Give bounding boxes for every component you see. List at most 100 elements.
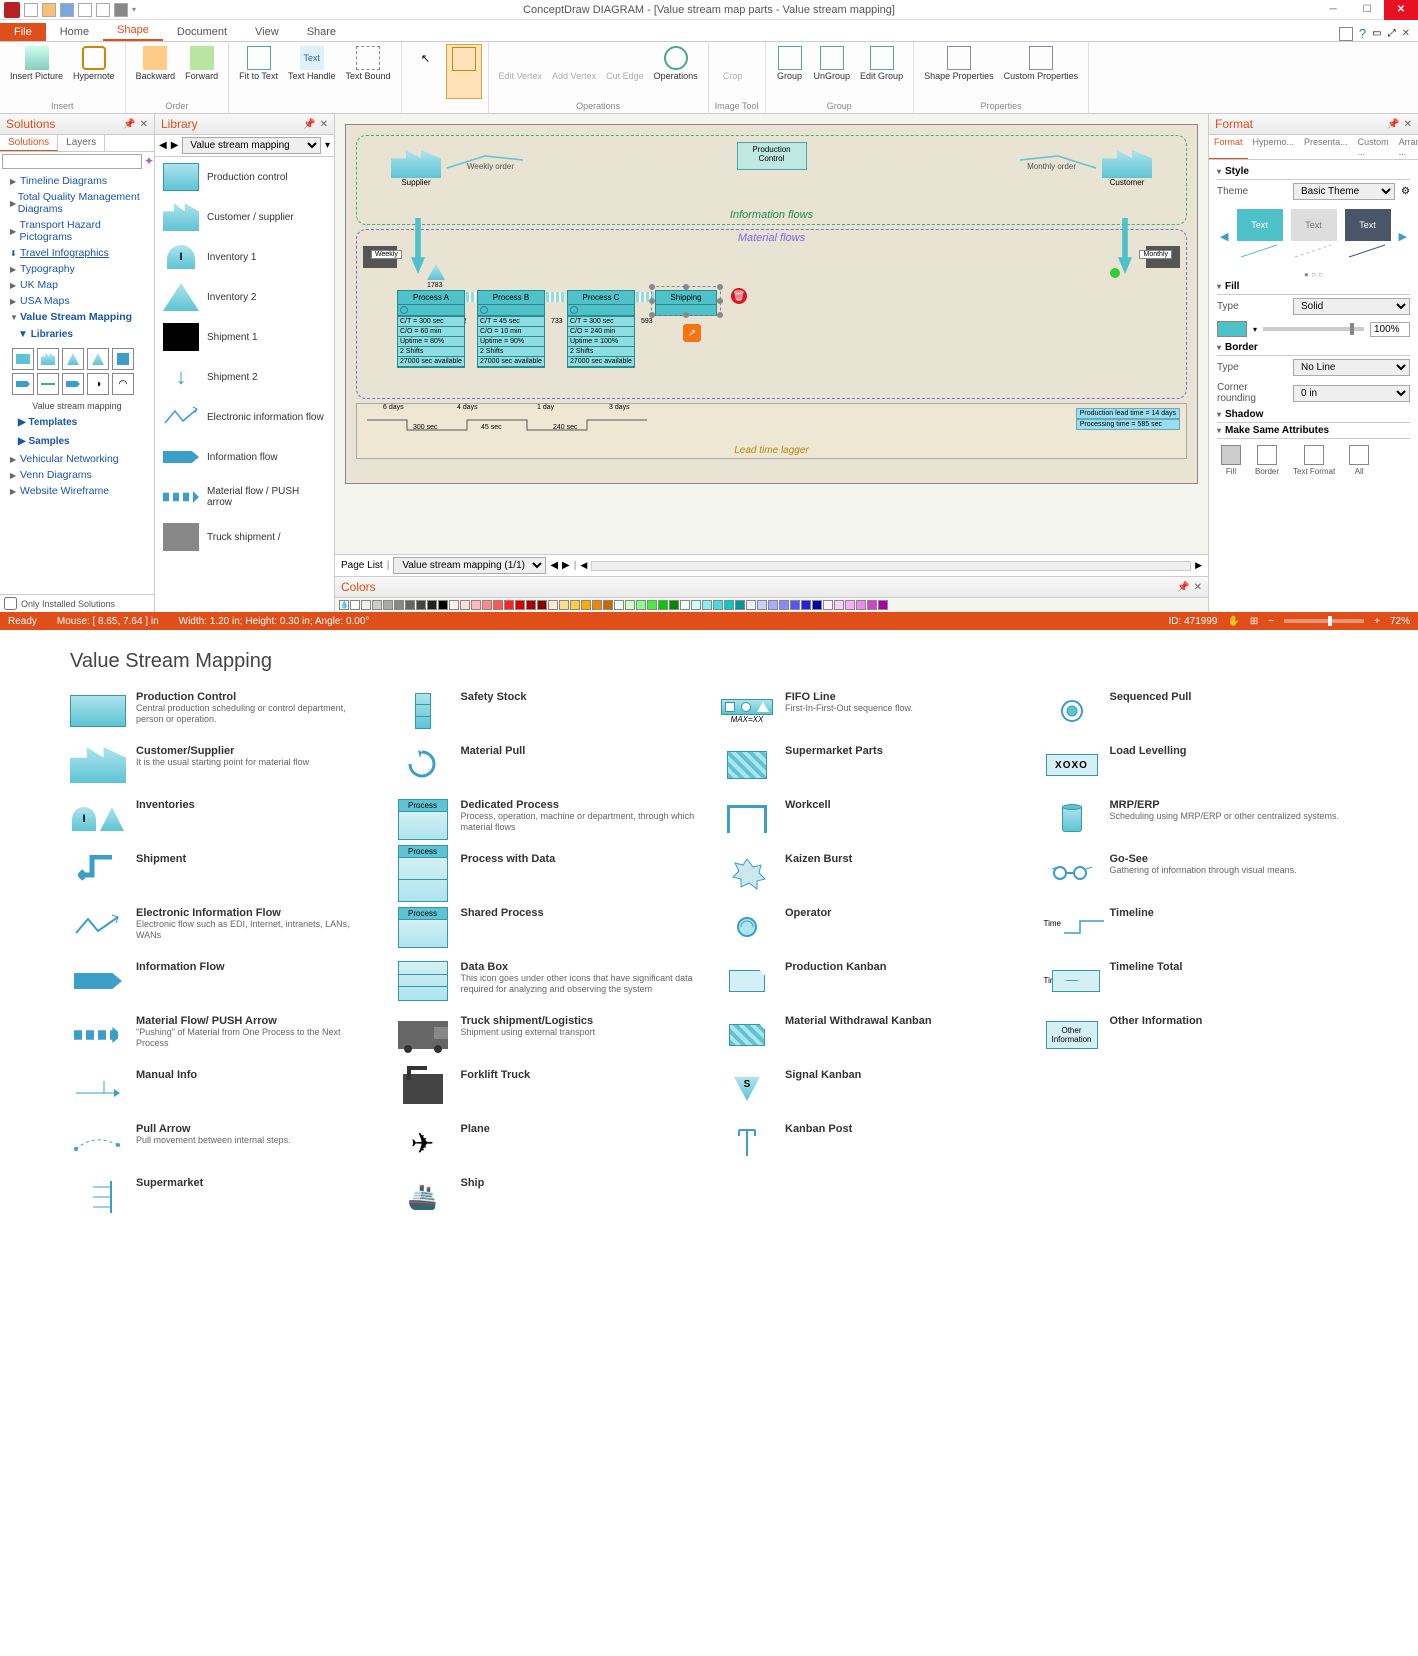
color-swatch[interactable] <box>768 600 778 610</box>
palette-cell[interactable] <box>112 348 134 370</box>
pin-icon[interactable]: 📌 <box>123 119 135 130</box>
minimize-button[interactable]: ─ <box>1316 0 1350 20</box>
tree-item[interactable]: ▶Vehicular Networking <box>4 451 150 467</box>
zoom-slider[interactable] <box>1284 619 1364 623</box>
color-swatch[interactable] <box>537 600 547 610</box>
lib-item-inventory1[interactable]: IInventory 1 <box>155 237 334 277</box>
only-installed-checkbox[interactable] <box>4 597 17 610</box>
tab-document[interactable]: Document <box>163 23 241 41</box>
tree-item[interactable]: ▶Total Quality Management Diagrams <box>4 189 150 217</box>
run-around-objects-button[interactable] <box>446 44 482 99</box>
same-border-button[interactable]: Border <box>1255 445 1279 476</box>
tab-file[interactable]: File <box>0 23 46 41</box>
qat-undo-icon[interactable] <box>78 3 92 17</box>
color-swatch[interactable] <box>614 600 624 610</box>
color-swatch[interactable] <box>823 600 833 610</box>
lib-menu-icon[interactable]: ▾ <box>325 140 330 151</box>
forward-button[interactable]: Forward <box>181 44 222 99</box>
color-swatch[interactable] <box>493 600 503 610</box>
color-swatch[interactable] <box>647 600 657 610</box>
toolbar-icon[interactable] <box>1339 27 1353 41</box>
process-c-box[interactable]: Process C <box>567 290 635 316</box>
data-box-a[interactable]: C/T = 300 secC/O = 60 minUptime = 80%2 S… <box>397 316 465 368</box>
pin-icon[interactable]: 📌 <box>1177 582 1189 593</box>
process-a-box[interactable]: Process A <box>397 290 465 316</box>
color-swatch[interactable] <box>735 600 745 610</box>
color-swatch[interactable] <box>812 600 822 610</box>
border-type-select[interactable]: No Line <box>1293 359 1410 376</box>
color-swatch[interactable] <box>845 600 855 610</box>
color-swatch[interactable] <box>636 600 646 610</box>
fmt-tab-presentation[interactable]: Presenta... <box>1299 135 1353 159</box>
tab-share[interactable]: Share <box>293 23 350 41</box>
color-swatch[interactable] <box>878 600 888 610</box>
color-swatch[interactable] <box>625 600 635 610</box>
palette-cell[interactable] <box>37 348 59 370</box>
color-swatch[interactable] <box>383 600 393 610</box>
delete-icon[interactable]: 🗑 <box>731 288 747 304</box>
lib-item-truck[interactable]: Truck shipment / <box>155 517 334 557</box>
color-swatch[interactable] <box>713 600 723 610</box>
palette-cell[interactable]: ◑ <box>87 373 109 395</box>
samples-heading[interactable]: ▶ Samples <box>4 432 150 451</box>
lib-item-inventory2[interactable]: Inventory 2 <box>155 277 334 317</box>
tab-shape[interactable]: Shape <box>103 21 163 41</box>
operations-button[interactable]: Operations <box>650 44 702 99</box>
color-swatch[interactable] <box>603 600 613 610</box>
zoom-out-icon[interactable]: − <box>1268 616 1274 627</box>
insert-picture-button[interactable]: Insert Picture <box>6 44 67 99</box>
color-swatch[interactable] <box>834 600 844 610</box>
lib-back-icon[interactable]: ◀ <box>159 140 167 151</box>
tree-item[interactable]: ▶UK Map <box>4 277 150 293</box>
color-swatch[interactable] <box>801 600 811 610</box>
qat-open-icon[interactable] <box>42 3 56 17</box>
same-attr-heading[interactable]: Make Same Attributes <box>1217 423 1410 439</box>
lib-item-shipment1[interactable]: Shipment 1 <box>155 317 334 357</box>
color-swatch[interactable] <box>460 600 470 610</box>
color-swatch[interactable] <box>515 600 525 610</box>
palette-cell[interactable] <box>37 373 59 395</box>
color-swatch[interactable] <box>471 600 481 610</box>
palette-cell[interactable]: ◠ <box>112 373 134 395</box>
color-swatch[interactable] <box>658 600 668 610</box>
lib-item-info-flow[interactable]: Information flow <box>155 437 334 477</box>
horizontal-scrollbar[interactable] <box>591 561 1191 571</box>
supplier-shape[interactable]: Supplier <box>391 150 441 188</box>
diagram[interactable]: Production Control Supplier Customer Wee… <box>345 124 1198 484</box>
text-handle-button[interactable]: TextText Handle <box>284 44 340 99</box>
color-swatch[interactable] <box>592 600 602 610</box>
close-doc-icon[interactable]: ✕ <box>1402 28 1410 39</box>
qat-save-icon[interactable] <box>60 3 74 17</box>
color-swatch[interactable] <box>526 600 536 610</box>
color-palette[interactable]: 💧 <box>335 598 1208 612</box>
edit-group-button[interactable]: Edit Group <box>856 44 907 99</box>
tree-item[interactable]: ▶Transport Hazard Pictograms <box>4 217 150 245</box>
selection-handles[interactable] <box>651 286 721 316</box>
color-swatch[interactable] <box>669 600 679 610</box>
lib-item-shipment2[interactable]: ↓Shipment 2 <box>155 357 334 397</box>
same-fill-button[interactable]: Fill <box>1221 445 1241 476</box>
close-button[interactable]: ✕ <box>1384 0 1418 20</box>
color-swatch[interactable] <box>559 600 569 610</box>
color-swatch[interactable] <box>438 600 448 610</box>
customer-shape[interactable]: Customer <box>1102 150 1152 188</box>
color-swatch[interactable] <box>504 600 514 610</box>
palette-cell[interactable] <box>62 373 84 395</box>
color-swatch[interactable] <box>350 600 360 610</box>
color-swatch[interactable] <box>570 600 580 610</box>
color-swatch[interactable] <box>867 600 877 610</box>
same-all-button[interactable]: All <box>1349 445 1369 476</box>
qat-redo-icon[interactable] <box>96 3 110 17</box>
tree-item[interactable]: ▶USA Maps <box>4 293 150 309</box>
action-icon[interactable]: ↗ <box>683 324 701 342</box>
tree-item[interactable]: ▶Website Wireframe <box>4 483 150 499</box>
process-b-box[interactable]: Process B <box>477 290 545 316</box>
backward-button[interactable]: Backward <box>132 44 180 99</box>
solutions-search-input[interactable] <box>2 154 142 169</box>
lib-item-customer-supplier[interactable]: Customer / supplier <box>155 197 334 237</box>
theme-prev-icon[interactable]: ◀ <box>1220 230 1228 243</box>
libraries-heading[interactable]: ▼ Libraries <box>4 325 150 344</box>
prev-page-icon[interactable]: ◀ <box>550 560 558 571</box>
ungroup-button[interactable]: UnGroup <box>810 44 855 99</box>
theme-swatch[interactable]: Text <box>1345 209 1391 241</box>
